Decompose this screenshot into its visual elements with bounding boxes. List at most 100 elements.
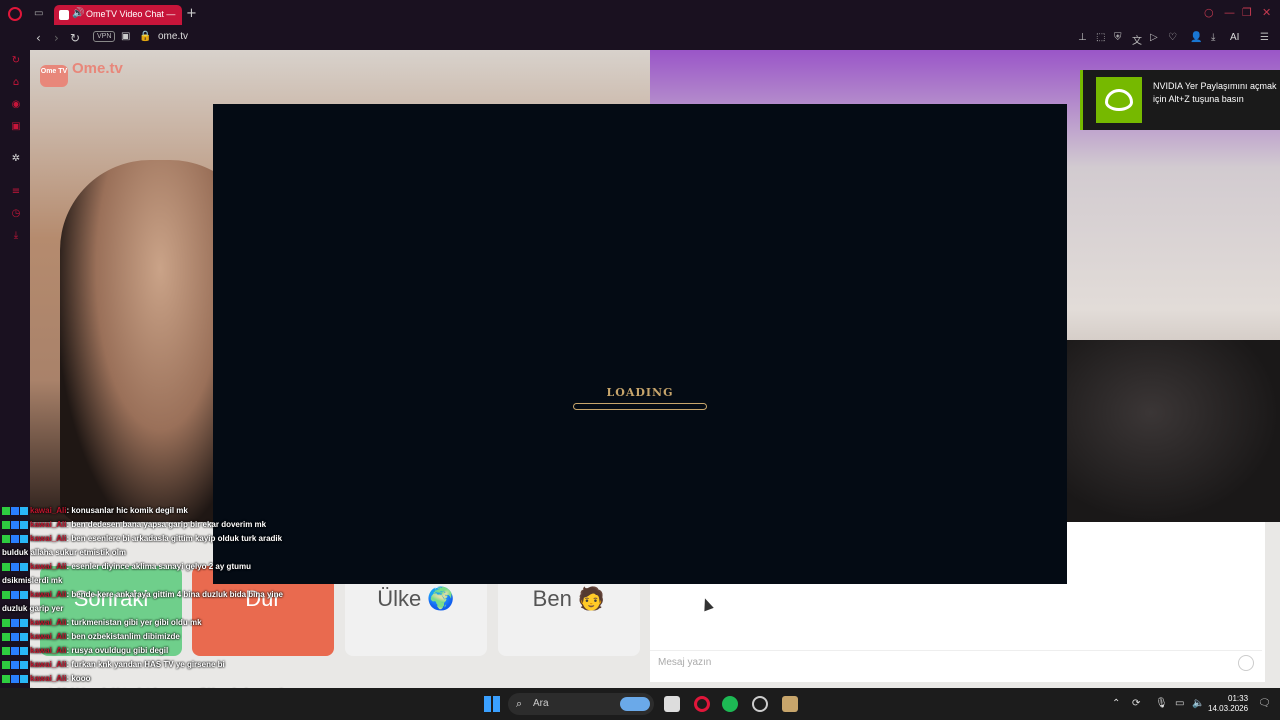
emoji-icon[interactable] xyxy=(1238,655,1254,671)
maximize-icon[interactable]: ❐ xyxy=(1242,6,1252,19)
search-icon: ⌕ xyxy=(516,697,523,710)
search-highlight-icon xyxy=(620,697,650,711)
chat-text: : rusya ovuldugu gibi degil xyxy=(66,646,169,655)
sidebar-bag-icon[interactable]: ⌂ xyxy=(10,77,22,89)
address-bar: ‹ › ↻ VPN ▣ 🔒 ome.tv ⊥ ⬚ ⛨ 文 ▷ ♡ 👤 ⤓ AI … xyxy=(0,28,1280,50)
nvidia-notification[interactable]: NVIDIA Yer Paylaşımını açmak için Alt+Z … xyxy=(1080,70,1280,130)
chat-text: : ben dedesen bana yapsa garip bir ekar … xyxy=(66,520,267,529)
vpn-badge[interactable]: VPN xyxy=(93,31,116,42)
sidebar-download-icon[interactable]: ⤓ xyxy=(10,230,22,242)
message-input[interactable]: Mesaj yazın xyxy=(650,650,1262,676)
chat-badges-icon xyxy=(2,674,28,683)
tray-network-icon[interactable]: ▭ xyxy=(1175,698,1184,709)
chat-text: : esenler diyince aklima sanayi gelyo 2 … xyxy=(66,562,251,571)
chat-text-continued: duzluk garip yer xyxy=(2,604,64,613)
tray-chevron-icon[interactable]: ⌃ xyxy=(1112,698,1120,709)
tab-menu-icon[interactable]: ▭ xyxy=(34,8,46,20)
chat-badges-icon xyxy=(2,520,28,529)
windows-taskbar: ⌕ Ara ⌃ ⟳ 🎙 ▭ 🔈 01:33 14.03.2026 🗨 xyxy=(0,688,1280,720)
loading-bar xyxy=(573,403,707,410)
tray-mic-icon[interactable]: 🎙 xyxy=(1155,698,1168,709)
tray-volume-icon[interactable]: 🔈 xyxy=(1192,698,1204,709)
taskbar-spotify-icon[interactable] xyxy=(722,696,738,712)
sidebar-list-icon[interactable]: ≡ xyxy=(10,186,22,198)
chat-text: : turkmenistan gibi yer gibi oldu mk xyxy=(66,618,202,627)
chat-username: kawai_Ali xyxy=(30,506,67,515)
heart-icon[interactable]: ♡ xyxy=(1168,32,1177,43)
new-tab-button[interactable]: + xyxy=(186,6,197,21)
taskbar-files-icon[interactable] xyxy=(664,696,680,712)
tray-sync-icon[interactable]: ⟳ xyxy=(1132,698,1140,709)
url-field[interactable]: ome.tv xyxy=(158,31,188,42)
chat-badges-icon xyxy=(2,534,28,543)
chat-username: kawai_Ali xyxy=(30,632,67,641)
notification-icon[interactable]: 🗨 xyxy=(1258,698,1271,709)
chat-text: : bende kere ankaraya gittim 4 bina duzl… xyxy=(66,590,283,599)
country-button-label: Ülke 🌍 xyxy=(377,586,455,611)
tab-ometv[interactable]: 🔊 OmeTV Video Chat — xyxy=(54,5,182,25)
stream-chat-message: kawai_Ali: rusya ovuldugu gibi degil xyxy=(2,646,168,655)
camera-icon[interactable]: ▣ xyxy=(121,31,130,42)
ometv-logo[interactable]: Ome TV Ome.tv xyxy=(40,58,123,87)
chat-badges-icon xyxy=(2,506,28,515)
stream-chat-overlay: kawai_Ali: konusanlar hic komik degil mk… xyxy=(0,490,300,720)
chat-username: kawai_Ali xyxy=(30,646,67,655)
lock-icon[interactable]: 🔒 xyxy=(139,31,151,42)
chat-username: kawai_Ali xyxy=(30,534,67,543)
taskbar-steam-icon[interactable] xyxy=(752,696,768,712)
browser-tabbar: ▭ 🔊 OmeTV Video Chat — + ○ — ❐ ✕ xyxy=(0,0,1280,28)
chat-badges-icon xyxy=(2,660,28,669)
sidebar-wallet-icon[interactable]: ▣ xyxy=(10,121,22,133)
forward-icon[interactable]: › xyxy=(54,31,59,45)
sidebar-aria-icon[interactable]: ↻ xyxy=(10,55,22,67)
sidebar-chatgpt-icon[interactable]: ✲ xyxy=(10,153,22,165)
chat-text: : konusanlar hic komik degil mk xyxy=(66,506,188,515)
search-tabs-icon[interactable]: ○ xyxy=(1204,6,1214,19)
loading-overlay: LOADING xyxy=(213,104,1067,584)
chat-text: : ben esenlere bi arkadasla gittim kayip… xyxy=(66,534,283,543)
me-button-label: Ben 🧑 xyxy=(532,586,606,611)
chat-badges-icon xyxy=(2,562,28,571)
back-icon[interactable]: ‹ xyxy=(36,31,41,45)
chat-badges-icon xyxy=(2,590,28,599)
message-placeholder: Mesaj yazın xyxy=(658,657,712,668)
snapshot-icon[interactable]: ⬚ xyxy=(1096,32,1105,43)
reload-icon[interactable]: ↻ xyxy=(70,31,80,45)
chat-username: kawai_Ali xyxy=(30,618,67,627)
ai-button[interactable]: AI xyxy=(1230,32,1239,43)
taskbar-clock[interactable]: 01:33 14.03.2026 xyxy=(1208,694,1248,714)
chat-username: kawai_Ali xyxy=(30,520,67,529)
nvidia-logo-icon xyxy=(1096,77,1142,123)
play-icon[interactable]: ▷ xyxy=(1150,32,1158,43)
stream-chat-message: kawai_Ali: ben dedesen bana yapsa garip … xyxy=(2,520,266,529)
close-icon[interactable]: ✕ xyxy=(1262,6,1271,19)
profile-icon[interactable]: 👤 xyxy=(1190,32,1202,43)
remote-person xyxy=(1065,340,1280,522)
shield-icon[interactable]: ⛨ xyxy=(1114,32,1122,43)
chat-badges-icon xyxy=(2,618,28,627)
minimize-icon[interactable]: — xyxy=(1224,6,1235,19)
sidebar-messenger-icon[interactable]: ◉ xyxy=(10,99,22,111)
nvidia-eye-icon xyxy=(1105,89,1133,111)
clock-time: 01:33 xyxy=(1228,694,1249,703)
chat-text-continued: dsikmislerdi mk xyxy=(2,576,63,585)
logo-badge: Ome TV xyxy=(40,65,68,87)
start-icon[interactable] xyxy=(484,696,500,712)
chat-badges-icon xyxy=(2,632,28,641)
taskbar-opera-icon[interactable] xyxy=(694,696,710,712)
download-icon[interactable]: ⤓ xyxy=(1211,32,1215,43)
chat-badges-icon xyxy=(2,646,28,655)
taskbar-search-label: Ara xyxy=(533,698,549,709)
taskbar-league-icon[interactable] xyxy=(782,696,798,712)
translate-icon[interactable]: 文 xyxy=(1132,32,1142,47)
chat-text: : ben ozbekistanlim dibimizde xyxy=(66,632,180,641)
sidebar-history-icon[interactable]: ◷ xyxy=(10,208,22,220)
clock-date: 14.03.2026 xyxy=(1208,704,1249,713)
opera-logo-icon[interactable] xyxy=(8,7,22,21)
menu-icon[interactable]: ☰ xyxy=(1260,32,1269,43)
pin-icon[interactable]: ⊥ xyxy=(1078,32,1087,43)
speaker-icon[interactable]: 🔊 xyxy=(72,8,84,19)
stream-chat-message: kawai_Ali: kooo xyxy=(2,674,90,683)
stream-chat-message: kawai_Ali: konusanlar hic komik degil mk xyxy=(2,506,188,515)
taskbar-search[interactable]: ⌕ Ara xyxy=(508,693,654,715)
